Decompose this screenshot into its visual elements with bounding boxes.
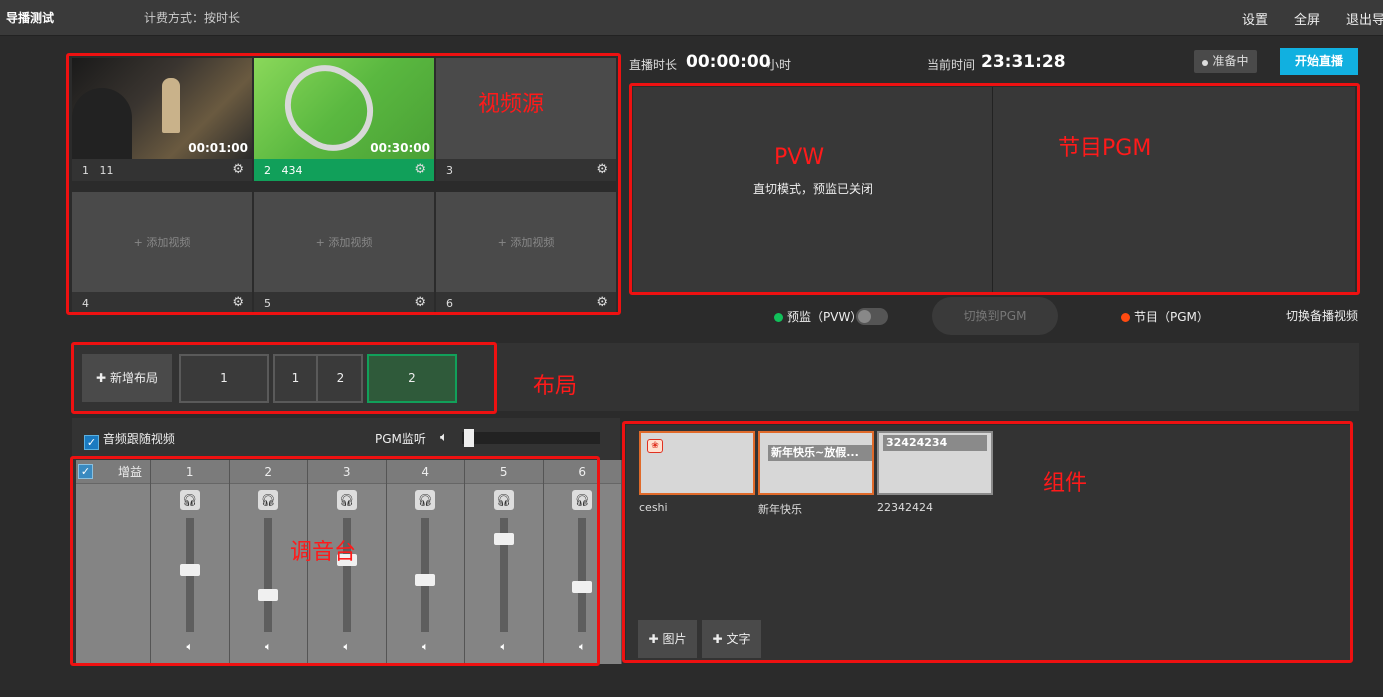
- annotation-box-monitors: [629, 83, 1360, 295]
- duration-unit: 小时: [767, 58, 792, 72]
- status-dot-icon: [1202, 60, 1209, 66]
- duration-label: 直播时长: [629, 58, 678, 72]
- start-live-button[interactable]: 开始直播: [1280, 48, 1358, 75]
- exit-link[interactable]: 退出导: [1346, 9, 1383, 28]
- pgm-volume-slider[interactable]: [462, 429, 600, 447]
- pvw-indicator: 预监（PVW）: [774, 308, 862, 325]
- switch-backup-link[interactable]: 切换备播视频: [1286, 307, 1358, 324]
- switch-to-pgm-button[interactable]: 切换到PGM: [932, 297, 1058, 335]
- speaker-icon[interactable]: 🔈︎: [440, 430, 448, 445]
- annotation-sources: 视频源: [478, 92, 545, 117]
- annotation-pvw: PVW: [774, 145, 825, 170]
- pgm-label: 节目（PGM）: [1134, 310, 1209, 324]
- annotation-box-layouts: [71, 342, 497, 414]
- annotation-layouts: 布局: [533, 374, 578, 399]
- pgm-indicator: 节目（PGM）: [1121, 308, 1209, 325]
- current-time-label: 当前时间: [927, 58, 976, 72]
- annotation-pgm: 节目PGM: [1058, 136, 1152, 161]
- annotation-mixer: 调音台: [290, 540, 357, 565]
- annotation-box-components: [622, 421, 1353, 663]
- pgm-dot-icon: [1121, 313, 1130, 322]
- annotation-components: 组件: [1043, 471, 1088, 496]
- status-text: 准备中: [1212, 54, 1249, 68]
- follow-video-option[interactable]: ✓ 音频跟随视频: [84, 430, 175, 450]
- app-title: 导播测试: [6, 11, 55, 25]
- pvw-toggle[interactable]: [856, 308, 888, 325]
- checkbox-checked-icon[interactable]: ✓: [84, 435, 99, 450]
- settings-link[interactable]: 设置: [1242, 9, 1268, 28]
- pvw-dot-icon: [774, 313, 783, 322]
- billing-mode: 计费方式：按时长: [144, 11, 241, 25]
- top-bar: 导播测试 计费方式：按时长 设置 全屏 退出导: [0, 0, 1383, 36]
- fullscreen-link[interactable]: 全屏: [1294, 9, 1320, 28]
- slider-thumb[interactable]: [464, 429, 474, 447]
- current-time-value: 23:31:28: [981, 52, 1066, 72]
- pvw-label: 预监（PVW）: [787, 310, 863, 324]
- duration-value: 00:00:00: [686, 52, 771, 72]
- follow-video-label: 音频跟随视频: [102, 432, 175, 446]
- pgm-monitor-label: PGM监听: [375, 432, 426, 446]
- status-badge: 准备中: [1194, 50, 1257, 73]
